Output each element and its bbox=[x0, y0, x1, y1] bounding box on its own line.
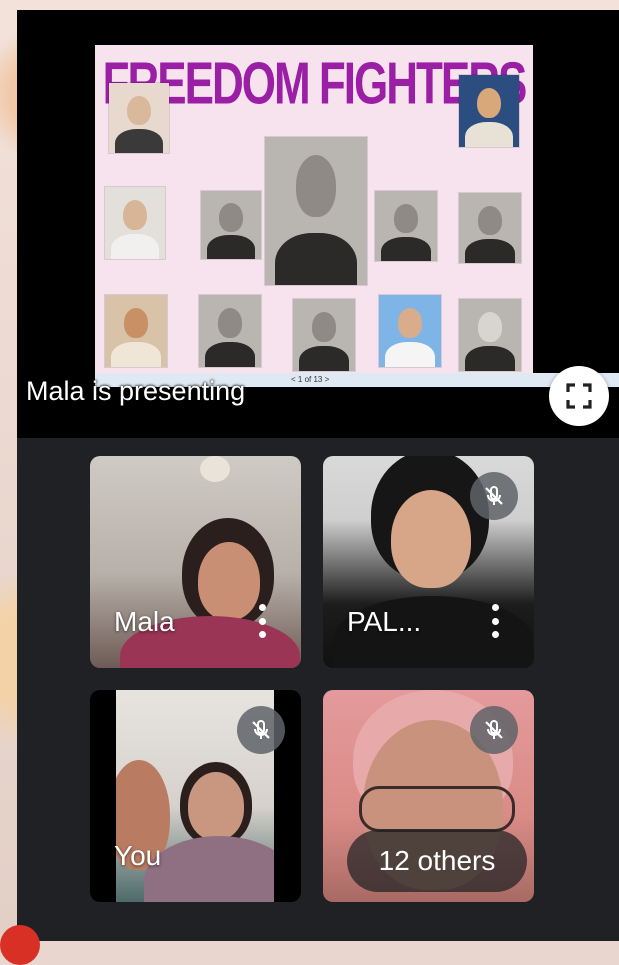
mic-off-icon bbox=[485, 719, 503, 739]
mic-off-badge bbox=[470, 706, 518, 754]
more-options-button[interactable] bbox=[257, 604, 267, 638]
participant-tile-mala[interactable]: Mala bbox=[90, 456, 301, 668]
presented-slide: FREEDOM FIGHTERS bbox=[95, 45, 533, 373]
mic-off-icon bbox=[485, 485, 503, 505]
mic-off-badge bbox=[470, 472, 518, 520]
mic-off-icon bbox=[252, 719, 270, 739]
portrait-image bbox=[105, 187, 165, 259]
mic-off-badge bbox=[237, 706, 285, 754]
participant-video-face bbox=[198, 542, 260, 620]
portrait-image bbox=[293, 299, 355, 371]
participant-name: PAL... bbox=[347, 606, 422, 637]
portrait-image bbox=[109, 83, 169, 153]
portrait-image bbox=[375, 191, 437, 261]
glasses bbox=[359, 786, 515, 832]
fullscreen-icon bbox=[566, 383, 592, 409]
portrait-image bbox=[379, 295, 441, 367]
more-options-button[interactable] bbox=[490, 604, 500, 638]
more-vert-icon bbox=[491, 604, 499, 611]
portrait-image bbox=[459, 75, 519, 147]
more-vert-icon bbox=[258, 604, 266, 611]
participant-video-face bbox=[188, 772, 244, 840]
presenting-label: Mala is presenting bbox=[26, 376, 246, 406]
portrait-image bbox=[459, 299, 521, 371]
participant-video-face bbox=[391, 490, 471, 588]
page-indicator-text: < 1 of 13 > bbox=[291, 375, 330, 384]
participant-tile-pal[interactable]: PAL... bbox=[323, 456, 534, 668]
others-count-pill[interactable]: 12 others bbox=[347, 830, 527, 892]
fullscreen-button[interactable] bbox=[549, 366, 609, 426]
participant-name: Mala bbox=[114, 606, 175, 637]
portrait-image bbox=[265, 137, 367, 285]
presentation-stage: FREEDOM FIGHTERS < 1 of 13 > Mala is pre… bbox=[17, 10, 619, 438]
record-indicator bbox=[0, 925, 40, 965]
portrait-image bbox=[459, 193, 521, 263]
portrait-image bbox=[105, 295, 167, 367]
portrait-image bbox=[201, 191, 261, 259]
wall-lamp bbox=[200, 456, 230, 482]
participant-name: You bbox=[114, 840, 162, 871]
portrait-image bbox=[199, 295, 261, 367]
meet-window: FREEDOM FIGHTERS < 1 of 13 > Mala is pre… bbox=[17, 10, 619, 941]
participant-tile-you[interactable]: You bbox=[90, 690, 301, 902]
